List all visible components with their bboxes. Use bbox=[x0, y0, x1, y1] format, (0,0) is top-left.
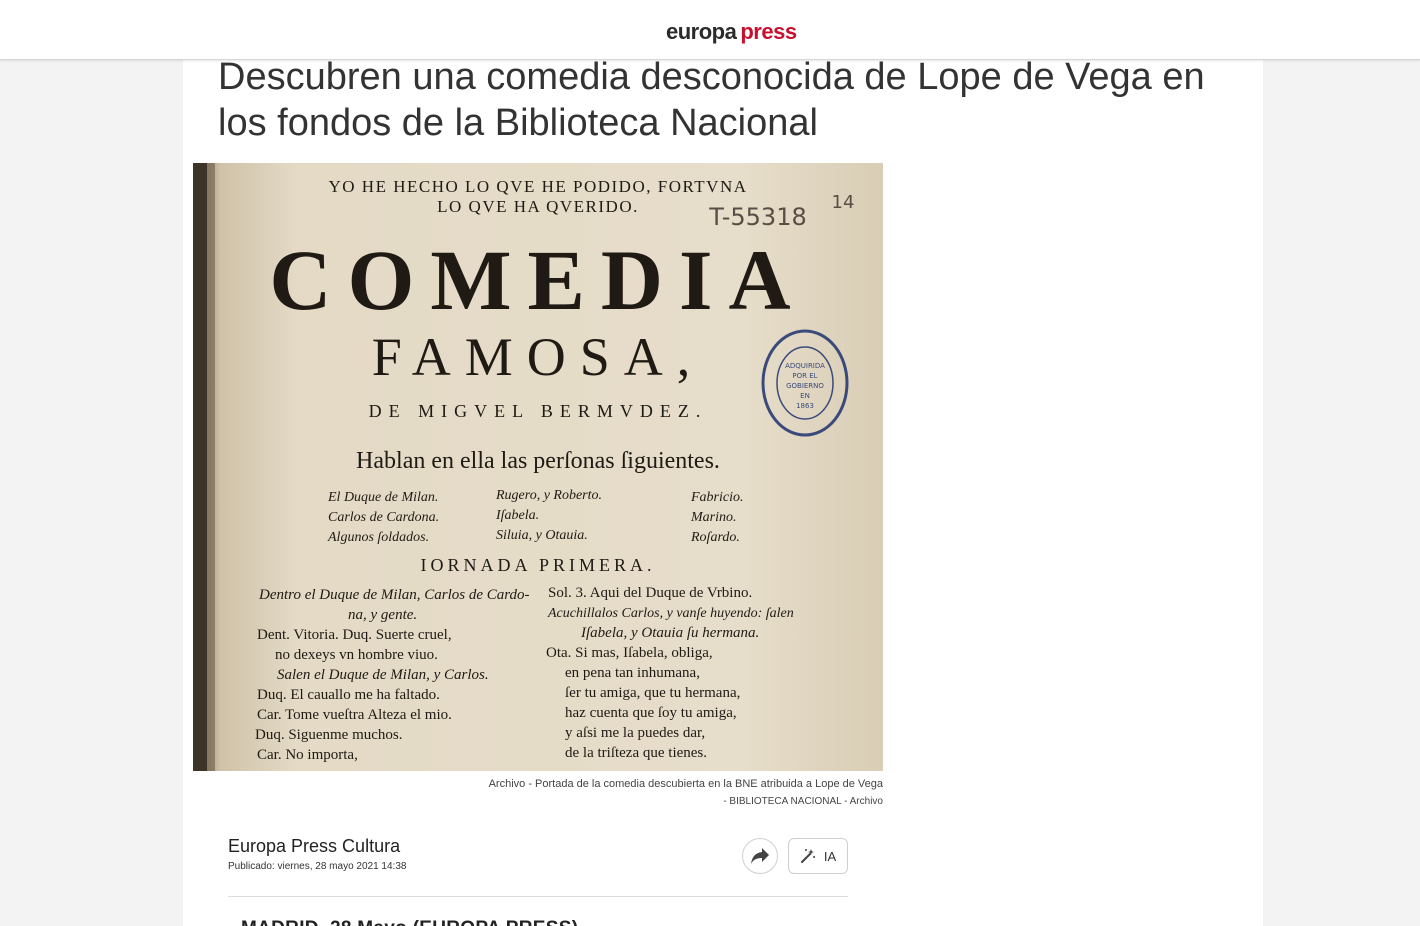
char-1-3: Fabricio. bbox=[690, 490, 744, 505]
shelfmark: T-55318 bbox=[708, 203, 806, 231]
svg-text:GOBIERNO: GOBIERNO bbox=[786, 382, 824, 390]
image-caption: Archivo - Portada de la comedia descubie… bbox=[193, 776, 883, 810]
verse-right-1: Sol. 3. Aqui del Duque de Vrbino. bbox=[548, 585, 752, 601]
manuscript-page-image: YO HE HECHO LO QVE HE PODIDO, FORTVNA LO… bbox=[193, 163, 883, 771]
published-date: Publicado: viernes, 28 mayo 2021 14:38 bbox=[228, 861, 407, 872]
share-arrow-icon bbox=[751, 848, 769, 864]
act-heading: IORNADA PRIMERA. bbox=[420, 555, 655, 575]
verse-left-2: na, y gente. bbox=[348, 607, 417, 623]
verse-right-3: Iſabela, y Otauia ſu hermana. bbox=[580, 625, 759, 641]
article-title: Descubren una comedia desconocida de Lop… bbox=[218, 56, 1205, 144]
ia-button[interactable]: IA bbox=[788, 838, 848, 874]
big-title: COMEDIA bbox=[269, 232, 806, 328]
verse-left-5: Salen el Duque de Milan, y Carlos. bbox=[277, 667, 489, 683]
svg-text:POR EL: POR EL bbox=[792, 372, 817, 380]
article-container: Descubren una comedia desconocida de Lop… bbox=[183, 56, 1263, 926]
caption-credit: - BIBLIOTECA NACIONAL - Archivo bbox=[723, 796, 883, 807]
verse-left-6: Duq. El cauallo me ha faltado. bbox=[257, 687, 440, 703]
char-2-3: Marino. bbox=[690, 510, 737, 525]
europa-press-logo[interactable]: europa press bbox=[666, 19, 797, 45]
motto-line-1: YO HE HECHO LO QVE HE PODIDO, FORTVNA bbox=[328, 177, 747, 196]
article-image[interactable]: YO HE HECHO LO QVE HE PODIDO, FORTVNA LO… bbox=[193, 163, 883, 771]
verse-left-4: no dexeys vn hombre viuo. bbox=[275, 647, 438, 663]
char-1-2: Rugero, y Roberto. bbox=[495, 488, 602, 503]
author-line: DE MIGVEL BERMVDEZ. bbox=[369, 401, 708, 421]
verse-right-9: de la triſteza que tienes. bbox=[565, 745, 707, 761]
logo-europa: europa bbox=[666, 19, 737, 44]
motto-line-2: LO QVE HA QVERIDO. bbox=[437, 197, 639, 216]
top-bar: europa press bbox=[0, 0, 1420, 60]
divider bbox=[228, 896, 848, 897]
verse-left-1: Dentro el Duque de Milan, Carlos de Card… bbox=[258, 587, 530, 603]
ia-label: IA bbox=[823, 848, 837, 864]
verse-left-3: Dent. Vitoria. Duq. Suerte cruel, bbox=[257, 627, 452, 643]
caption-text: Archivo - Portada de la comedia descubie… bbox=[488, 778, 883, 790]
char-2-1: Carlos de Cardona. bbox=[328, 510, 439, 525]
author-name[interactable]: Europa Press Cultura bbox=[228, 836, 400, 857]
char-3-3: Roſardo. bbox=[690, 530, 740, 545]
svg-text:ADQUIRIDA: ADQUIRIDA bbox=[785, 362, 825, 370]
verse-right-2: Acuchillalos Carlos, y vanſe huyendo: ſa… bbox=[547, 606, 794, 621]
speakers-heading: Hablan en ella las perſonas ſiguientes. bbox=[356, 448, 720, 474]
verse-right-4: Ota. Si mas, Iſabela, obliga, bbox=[546, 645, 713, 661]
verse-left-7: Car. Tome vueſtra Alteza el mio. bbox=[257, 707, 452, 723]
verse-right-8: y aſsi me la puedes dar, bbox=[565, 725, 705, 741]
page-number: 14 bbox=[832, 192, 855, 213]
svg-text:1863: 1863 bbox=[796, 402, 814, 410]
verse-left-9: Car. No importa, bbox=[257, 747, 358, 763]
verse-right-7: haz cuenta que ſoy tu amiga, bbox=[565, 705, 737, 721]
share-button[interactable] bbox=[742, 838, 778, 874]
verse-right-6: ſer tu amiga, que tu hermana, bbox=[565, 685, 740, 701]
char-1-1: El Duque de Milan. bbox=[327, 490, 438, 505]
verse-left-8: Duq. Siguenme muchos. bbox=[255, 727, 403, 743]
logo-press: press bbox=[740, 19, 797, 44]
subtitle: FAMOSA, bbox=[372, 327, 705, 387]
char-2-2: Iſabela. bbox=[495, 508, 539, 523]
magic-wand-icon bbox=[800, 849, 815, 863]
char-3-1: Algunos ſoldados. bbox=[327, 530, 429, 545]
svg-text:EN: EN bbox=[800, 392, 810, 400]
verse-right-5: en pena tan inhumana, bbox=[565, 665, 700, 681]
article-lead: MADRID, 28 Mayo (EUROPA PRESS) bbox=[241, 918, 578, 926]
char-3-2: Siluia, y Otauia. bbox=[496, 528, 588, 543]
